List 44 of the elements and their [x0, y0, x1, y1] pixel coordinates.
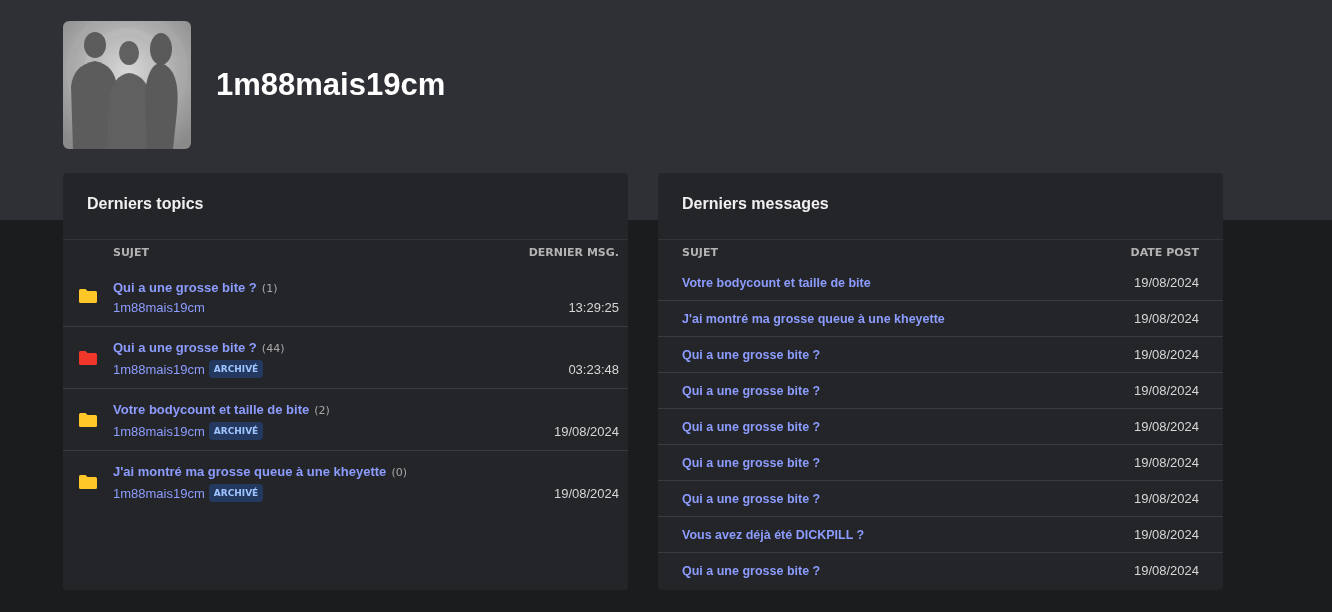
- archived-badge: ARCHIVÉ: [208, 422, 264, 440]
- post-date: 19/08/2024: [1133, 311, 1199, 326]
- last-message-time: 13:29:25: [568, 300, 619, 315]
- topic-link[interactable]: Qui a une grosse bite ?: [113, 340, 257, 355]
- last-message-time: 19/08/2024: [553, 424, 619, 439]
- username: 1m88mais19cm: [216, 67, 446, 103]
- topic-link[interactable]: Votre bodycount et taille de bite: [113, 402, 310, 417]
- column-header: SUJET: [113, 246, 149, 261]
- column-header: SUJET: [682, 246, 718, 261]
- post-date: 19/08/2024: [1133, 491, 1199, 506]
- archived-badge: ARCHIVÉ: [208, 360, 264, 378]
- message-link[interactable]: Qui a une grosse bite ?: [682, 419, 821, 434]
- post-date: 19/08/2024: [1133, 383, 1199, 398]
- message-link[interactable]: Qui a une grosse bite ?: [682, 383, 821, 398]
- message-link[interactable]: Qui a une grosse bite ?: [682, 563, 821, 578]
- post-date: 19/08/2024: [1133, 275, 1199, 290]
- author-link[interactable]: 1m88mais19cm: [113, 299, 205, 315]
- card-title: Derniers messages: [658, 173, 1223, 240]
- card-title: Derniers topics: [63, 173, 628, 240]
- message-link[interactable]: Qui a une grosse bite ?: [682, 347, 821, 362]
- reply-count: (0): [391, 466, 407, 479]
- message-link[interactable]: Qui a une grosse bite ?: [682, 455, 821, 470]
- last-message-time: 03:23:48: [568, 362, 619, 377]
- message-link[interactable]: J'ai montré ma grosse queue à une kheyette: [682, 311, 945, 326]
- post-date: 19/08/2024: [1133, 419, 1199, 434]
- post-date: 19/08/2024: [1133, 527, 1199, 542]
- reply-count: (1): [261, 281, 278, 295]
- author-link[interactable]: 1m88mais19cm: [113, 361, 205, 377]
- post-date: 19/08/2024: [1133, 455, 1199, 470]
- topic-link[interactable]: J'ai montré ma grosse queue à une kheyette: [113, 464, 387, 479]
- column-header: DERNIER MSG.: [528, 246, 619, 261]
- last-message-time: 19/08/2024: [553, 486, 619, 501]
- message-link[interactable]: Votre bodycount et taille de bite: [682, 275, 871, 290]
- message-link[interactable]: Qui a une grosse bite ?: [682, 491, 821, 506]
- column-header: DATE POST: [1130, 246, 1199, 261]
- author-link[interactable]: 1m88mais19cm: [113, 485, 205, 501]
- message-link[interactable]: Vous avez déjà été DICKPILL ?: [682, 527, 865, 542]
- reply-count: (44): [261, 342, 285, 355]
- archived-badge: ARCHIVÉ: [208, 484, 264, 502]
- author-link[interactable]: 1m88mais19cm: [113, 423, 205, 439]
- topic-link[interactable]: Qui a une grosse bite ?: [113, 279, 257, 295]
- post-date: 19/08/2024: [1133, 347, 1199, 362]
- reply-count: (2): [314, 404, 330, 417]
- post-date: 19/08/2024: [1133, 563, 1199, 578]
